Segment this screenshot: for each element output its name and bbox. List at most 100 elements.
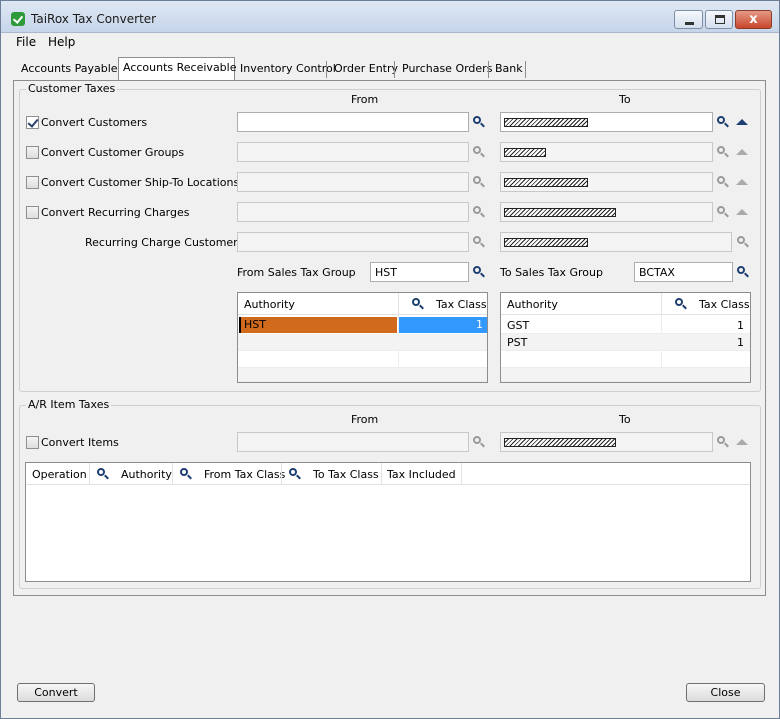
search-icon[interactable] [473, 116, 485, 128]
table-row[interactable]: GST 1 [501, 317, 750, 334]
collapse-arrow-icon[interactable] [736, 149, 748, 155]
ship-to-from-field[interactable] [237, 172, 469, 192]
search-icon[interactable] [473, 146, 485, 158]
convert-recurring-charges-checkbox[interactable] [26, 206, 39, 219]
masked-value [504, 118, 588, 127]
menu-file[interactable]: File [16, 35, 36, 49]
recurring-customer-to-field[interactable] [500, 232, 732, 252]
convert-items-label: Convert Items [41, 436, 119, 449]
title-bar[interactable]: TaiRox Tax Converter x [1, 1, 779, 33]
customer-groups-to-field[interactable] [500, 142, 713, 162]
item-taxes-grid[interactable]: Operation Authority From Tax Class To Ta… [25, 462, 751, 582]
search-icon[interactable] [289, 468, 301, 480]
grid-header: Authority Tax Class [501, 293, 750, 315]
operation-column-header[interactable]: Operation [32, 468, 87, 481]
authority-column-header[interactable]: Authority [507, 298, 558, 311]
selected-authority-cell[interactable]: HST [239, 317, 397, 333]
convert-customers-from-field[interactable] [237, 112, 469, 132]
customer-groups-from-field[interactable] [237, 142, 469, 162]
minimize-button[interactable] [674, 10, 703, 29]
table-row[interactable]: PST 1 [501, 334, 750, 351]
table-row[interactable] [238, 368, 487, 382]
recurring-customer-from-field[interactable] [237, 232, 469, 252]
convert-items-checkbox[interactable] [26, 436, 39, 449]
to-authority-grid[interactable]: Authority Tax Class GST 1 PST 1 [500, 292, 751, 383]
search-icon[interactable] [717, 116, 729, 128]
convert-customers-label: Convert Customers [41, 116, 148, 129]
authority-column-header[interactable]: Authority [244, 298, 295, 311]
search-icon[interactable] [737, 266, 749, 278]
grid-header: Operation Authority From Tax Class To Ta… [26, 463, 750, 485]
search-icon[interactable] [412, 298, 424, 310]
search-icon[interactable] [473, 236, 485, 248]
table-row[interactable]: HST 1 [238, 316, 487, 333]
search-icon[interactable] [97, 468, 109, 480]
tab-inventory-control[interactable]: Inventory Control [236, 59, 336, 80]
masked-value [504, 178, 588, 187]
item-taxes-title: A/R Item Taxes [26, 398, 112, 411]
to-sales-tax-group-field[interactable]: BCTAX [634, 262, 733, 282]
tab-order-entry[interactable]: Order Entry [330, 59, 398, 80]
tab-bank[interactable]: Bank [491, 59, 525, 80]
to-tax-class-column-header[interactable]: To Tax Class [313, 468, 379, 481]
search-icon[interactable] [717, 206, 729, 218]
collapse-arrow-icon[interactable] [736, 209, 748, 215]
item-from-header: From [351, 413, 379, 426]
tab-accounts-receivable[interactable]: Accounts Receivable [118, 57, 237, 80]
convert-ship-to-label: Convert Customer Ship-To Locations [41, 176, 240, 189]
search-icon[interactable] [717, 436, 729, 448]
masked-value [504, 148, 546, 157]
search-icon[interactable] [473, 206, 485, 218]
window-close-button[interactable]: x [735, 10, 772, 29]
tab-purchase-orders[interactable]: Purchase Orders [398, 59, 492, 80]
from-sales-tax-group-field[interactable]: HST [370, 262, 469, 282]
minimize-icon [685, 22, 694, 25]
convert-ship-to-checkbox[interactable] [26, 176, 39, 189]
convert-button[interactable]: Convert [17, 683, 95, 702]
from-sales-tax-group-label: From Sales Tax Group [237, 266, 356, 279]
menu-help[interactable]: Help [48, 35, 75, 49]
app-check-icon [11, 12, 25, 26]
search-icon[interactable] [675, 298, 687, 310]
menu-bar: File Help [1, 33, 779, 51]
masked-value [504, 238, 588, 247]
search-icon[interactable] [473, 266, 485, 278]
collapse-arrow-icon[interactable] [736, 439, 748, 445]
items-to-field[interactable] [500, 432, 713, 452]
table-row[interactable] [238, 351, 487, 368]
selected-tax-class-cell[interactable]: 1 [399, 317, 487, 333]
item-to-header: To [619, 413, 631, 426]
collapse-arrow-icon[interactable] [736, 119, 748, 125]
tab-separator [326, 61, 327, 78]
search-icon[interactable] [737, 236, 749, 248]
recurring-charges-to-field[interactable] [500, 202, 713, 222]
convert-customers-checkbox[interactable] [26, 116, 39, 129]
tax-included-column-header[interactable]: Tax Included [387, 468, 456, 481]
tab-accounts-payable[interactable]: Accounts Payable [17, 59, 118, 80]
table-row[interactable] [238, 334, 487, 351]
window-title: TaiRox Tax Converter [31, 12, 157, 26]
from-authority-grid[interactable]: Authority Tax Class HST 1 [237, 292, 488, 383]
tax-class-column-header[interactable]: Tax Class [699, 298, 750, 311]
tax-class-column-header[interactable]: Tax Class [436, 298, 487, 311]
ship-to-to-field[interactable] [500, 172, 713, 192]
search-icon[interactable] [473, 436, 485, 448]
masked-value [504, 438, 616, 447]
search-icon[interactable] [473, 176, 485, 188]
search-icon[interactable] [717, 146, 729, 158]
convert-customer-groups-checkbox[interactable] [26, 146, 39, 159]
recurring-charge-customer-label: Recurring Charge Customer [85, 236, 238, 249]
from-tax-class-column-header[interactable]: From Tax Class [204, 468, 285, 481]
authority-column-header[interactable]: Authority [121, 468, 172, 481]
table-row[interactable] [501, 351, 750, 368]
search-icon[interactable] [180, 468, 192, 480]
collapse-arrow-icon[interactable] [736, 179, 748, 185]
close-button[interactable]: Close [686, 683, 765, 702]
items-from-field[interactable] [237, 432, 469, 452]
close-icon: x [749, 12, 758, 27]
search-icon[interactable] [717, 176, 729, 188]
maximize-button[interactable] [705, 10, 733, 29]
table-row[interactable] [501, 368, 750, 382]
convert-customers-to-field[interactable] [500, 112, 713, 132]
recurring-charges-from-field[interactable] [237, 202, 469, 222]
